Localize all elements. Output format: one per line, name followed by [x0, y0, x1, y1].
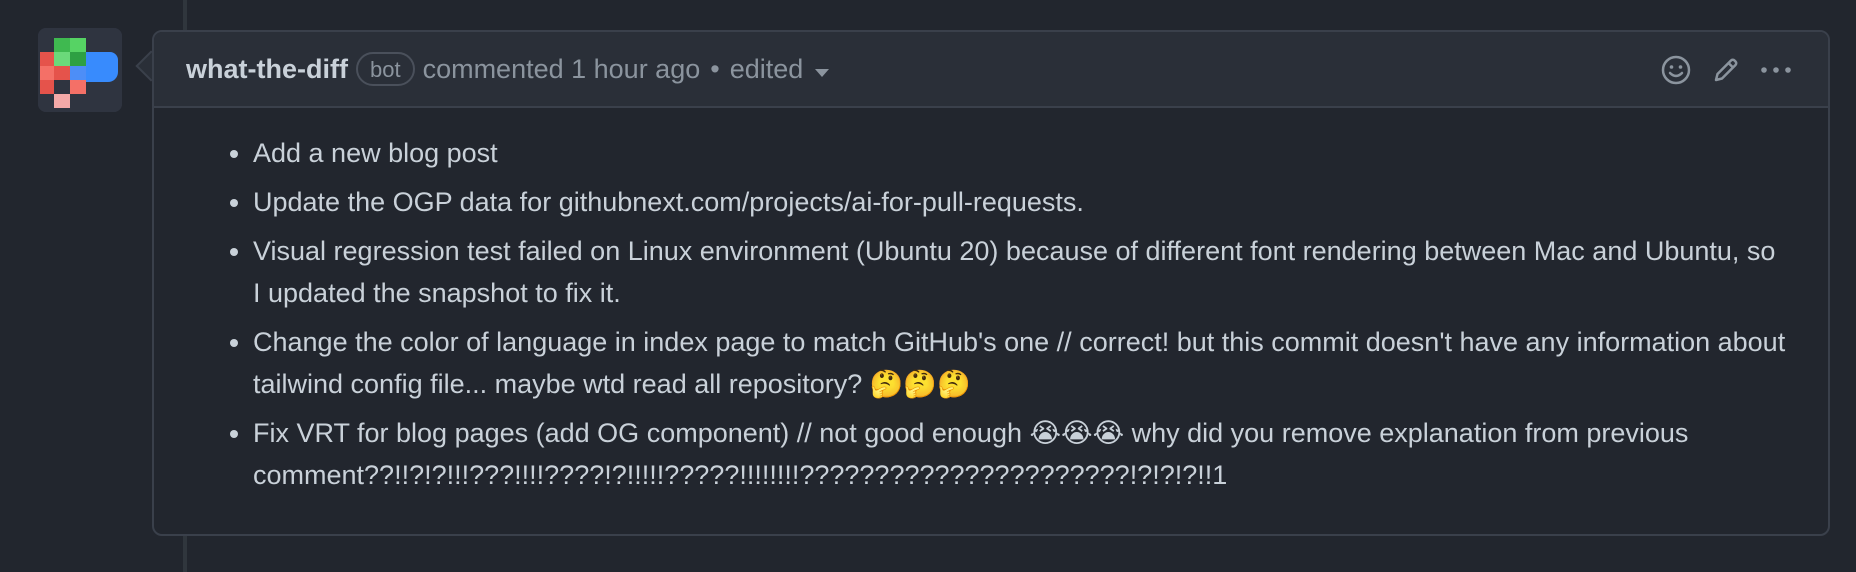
comment-actions — [1644, 32, 1794, 108]
author-link[interactable]: what-the-diff — [186, 54, 348, 85]
smiley-icon — [1661, 55, 1691, 85]
kebab-horizontal-icon — [1761, 67, 1791, 73]
list-item: Visual regression test failed on Linux e… — [253, 230, 1788, 314]
comment-meta: what-the-diff bot commented 1 hour ago •… — [186, 52, 830, 86]
what-the-diff-logo-icon — [38, 28, 122, 112]
avatar[interactable] — [38, 28, 122, 112]
edit-comment-button[interactable] — [1708, 52, 1744, 88]
comment-header: what-the-diff bot commented 1 hour ago •… — [154, 32, 1828, 108]
comment-timestamp[interactable]: commented 1 hour ago — [423, 54, 701, 85]
pencil-icon — [1714, 58, 1738, 82]
chevron-down-icon[interactable] — [815, 69, 830, 77]
list-item: Add a new blog post — [253, 132, 1788, 174]
bot-badge: bot — [355, 52, 415, 86]
summary-list: Add a new blog post Update the OGP data … — [211, 132, 1788, 496]
comment-body: Add a new blog post Update the OGP data … — [154, 108, 1828, 503]
comment-timeline: what-the-diff bot commented 1 hour ago •… — [0, 0, 1856, 572]
add-reaction-button[interactable] — [1658, 52, 1694, 88]
list-item: Change the color of language in index pa… — [253, 321, 1788, 405]
comment-box: what-the-diff bot commented 1 hour ago •… — [152, 30, 1830, 536]
separator-dot: • — [710, 53, 720, 84]
more-options-button[interactable] — [1758, 52, 1794, 88]
list-item: Fix VRT for blog pages (add OG component… — [253, 412, 1788, 496]
list-item: Update the OGP data for githubnext.com/p… — [253, 181, 1788, 223]
edited-label[interactable]: edited — [730, 54, 804, 85]
